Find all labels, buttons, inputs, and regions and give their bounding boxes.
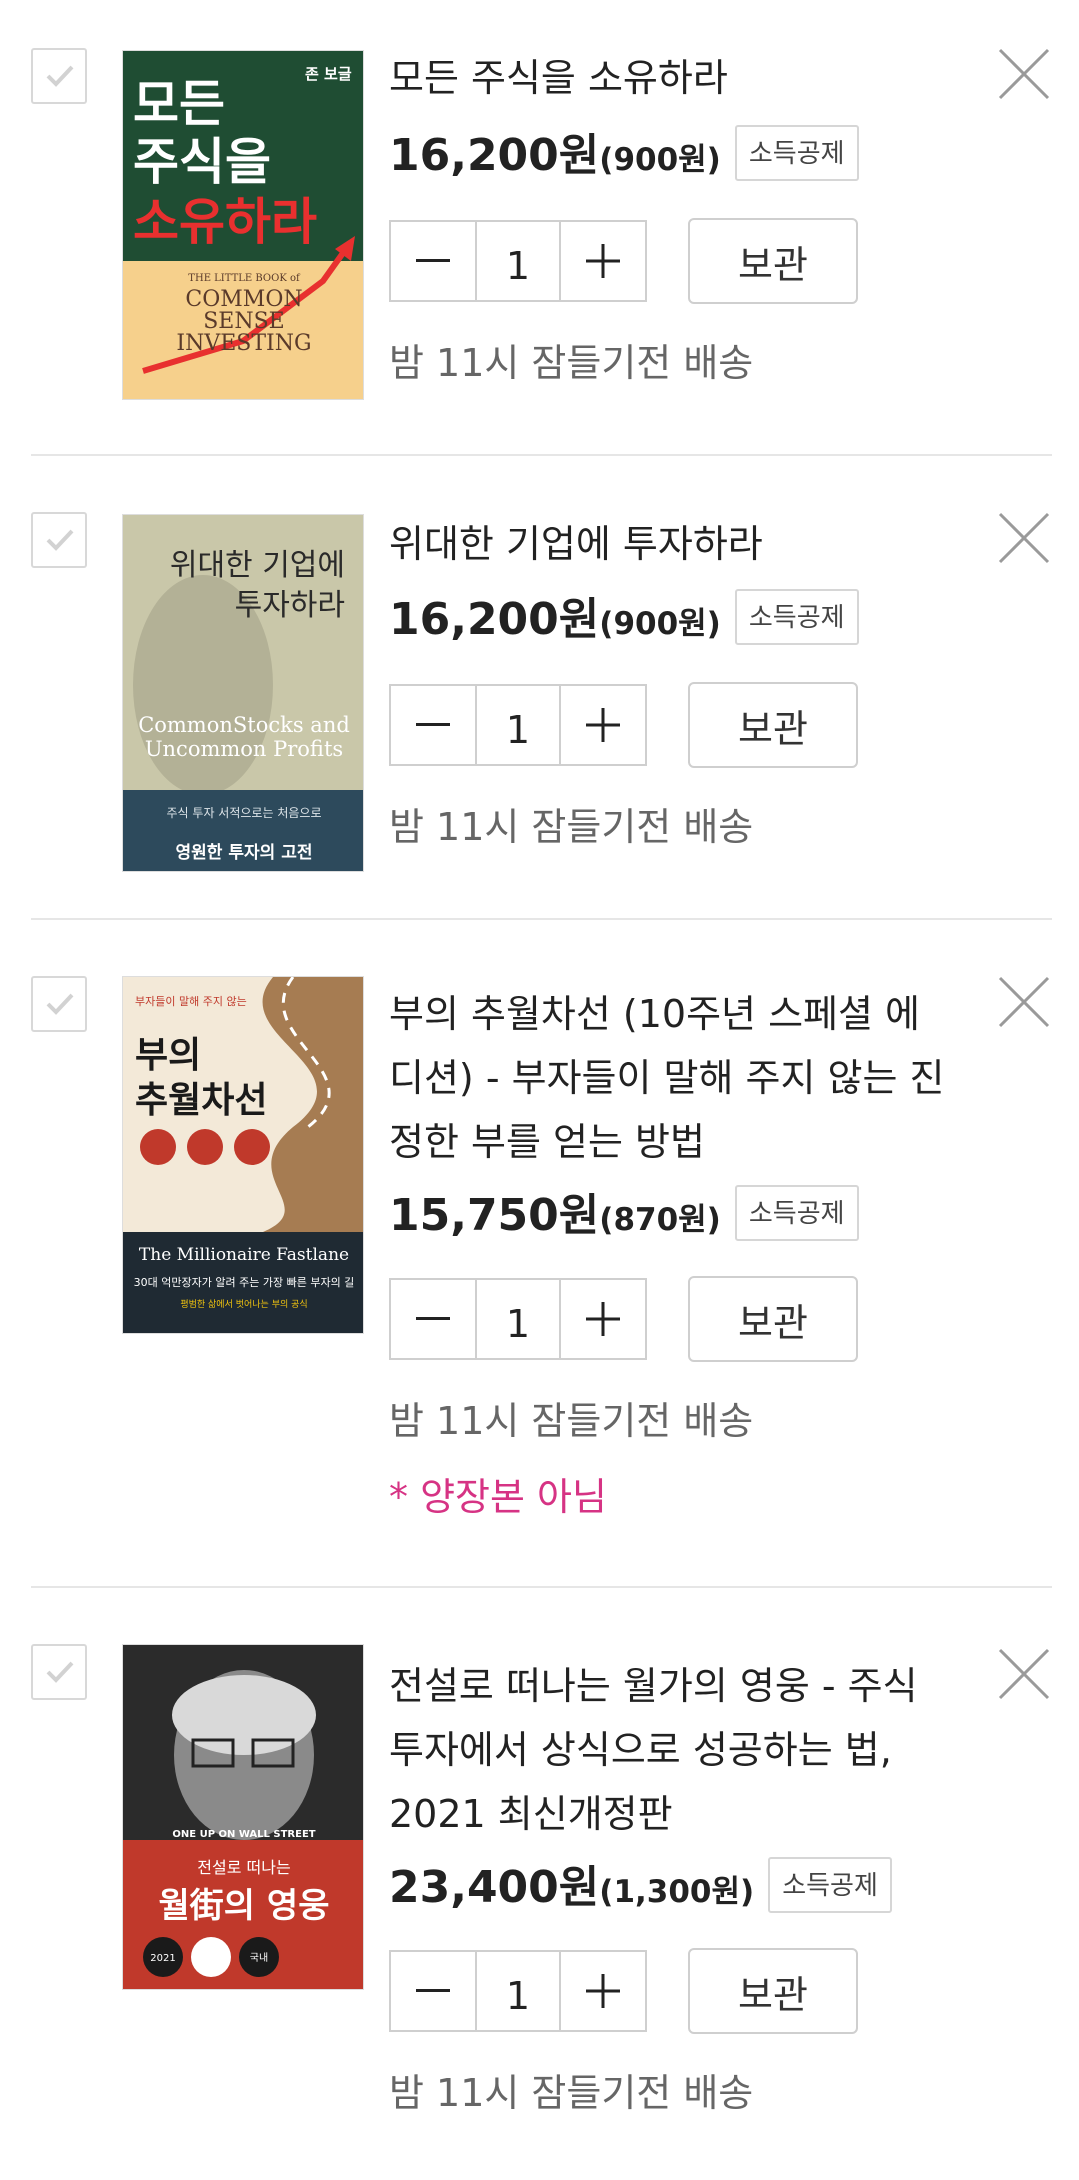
item-checkbox[interactable] <box>31 1644 87 1700</box>
item-title[interactable]: 부의 추월차선 (10주년 스페셜 에디션) - 부자들이 말해 주지 않는 진… <box>389 982 949 1174</box>
point-value: (900원) <box>599 142 721 178</box>
close-icon <box>998 48 1050 100</box>
remove-item-button[interactable] <box>998 1648 1050 1700</box>
svg-text:주식 투자 서적으로는 처음으로: 주식 투자 서적으로는 처음으로 <box>167 806 322 820</box>
tax-deduction-badge: 소득공제 <box>734 1185 859 1241</box>
quantity-stepper: 1 <box>389 1278 647 1360</box>
svg-text:모든: 모든 <box>133 75 225 133</box>
svg-text:존 보글: 존 보글 <box>305 65 352 83</box>
item-title[interactable]: 모든 주식을 소유하라 <box>389 46 949 110</box>
checkmark-icon <box>46 65 74 87</box>
item-price: 16,200원(900원) 소득공제 <box>389 589 859 654</box>
decrease-button[interactable] <box>391 222 475 300</box>
tax-deduction-badge: 소득공제 <box>734 589 859 645</box>
remove-item-button[interactable] <box>998 48 1050 100</box>
svg-text:월街의 영웅: 월街의 영웅 <box>159 1886 330 1926</box>
svg-text:소유하라: 소유하라 <box>133 193 317 251</box>
svg-text:INVESTING: INVESTING <box>176 331 311 356</box>
svg-text:투자하라: 투자하라 <box>235 588 345 623</box>
svg-text:국내: 국내 <box>250 1952 268 1964</box>
item-price: 15,750원(870원) 소득공제 <box>389 1185 859 1250</box>
close-icon <box>998 976 1050 1028</box>
svg-text:주식을: 주식을 <box>133 133 271 191</box>
delivery-info: 밤 11시 잠들기전 배송 <box>389 1399 754 1443</box>
plus-icon <box>586 708 620 742</box>
tax-deduction-badge: 소득공제 <box>734 125 859 181</box>
svg-text:30대 억만장자가 알려 주는 가장 빠른 부자의 길: 30대 억만장자가 알려 주는 가장 빠른 부자의 길 <box>134 1275 355 1289</box>
increase-button[interactable] <box>561 686 645 764</box>
decrease-button[interactable] <box>391 1280 475 1358</box>
delivery-info: 밤 11시 잠들기전 배송 <box>389 2071 754 2115</box>
quantity-value[interactable]: 1 <box>475 1280 561 1358</box>
svg-text:위대한 기업에: 위대한 기업에 <box>170 548 345 583</box>
svg-text:CommonStocks and: CommonStocks and <box>138 713 350 737</box>
decrease-button[interactable] <box>391 686 475 764</box>
plus-icon <box>586 1974 620 2008</box>
book-cover-image[interactable]: 모든 주식을 소유하라 존 보글 THE LITTLE BOOK of COMM… <box>122 50 364 400</box>
item-checkbox[interactable] <box>31 512 87 568</box>
tax-deduction-badge: 소득공제 <box>768 1857 892 1913</box>
svg-text:ONE UP ON WALL STREET: ONE UP ON WALL STREET <box>172 1829 315 1840</box>
minus-icon <box>416 723 450 726</box>
item-checkbox[interactable] <box>31 48 87 104</box>
price-value: 16,200원 <box>389 130 600 181</box>
svg-text:평범한 삶에서 벗어나는 부의 공식: 평범한 삶에서 벗어나는 부의 공식 <box>180 1299 307 1310</box>
checkmark-icon <box>46 1661 74 1683</box>
svg-text:부의: 부의 <box>135 1035 201 1076</box>
price-value: 15,750원 <box>389 1190 600 1241</box>
quantity-stepper: 1 <box>389 1950 647 2032</box>
delivery-info: 밤 11시 잠들기전 배송 <box>389 341 754 385</box>
remove-item-button[interactable] <box>998 512 1050 564</box>
decrease-button[interactable] <box>391 1952 475 2030</box>
item-divider <box>31 1586 1052 1588</box>
item-checkbox[interactable] <box>31 976 87 1032</box>
save-for-later-button[interactable]: 보관 <box>688 1276 858 1362</box>
increase-button[interactable] <box>561 1952 645 2030</box>
svg-text:부자들이 말해 주지 않는: 부자들이 말해 주지 않는 <box>135 994 247 1008</box>
close-icon <box>998 1648 1050 1700</box>
save-for-later-button[interactable]: 보관 <box>688 218 858 304</box>
minus-icon <box>416 1989 450 1992</box>
book-cover-image[interactable]: 부자들이 말해 주지 않는 부의 추월차선 The Millionaire Fa… <box>122 976 364 1334</box>
item-title[interactable]: 전설로 떠나는 월가의 영웅 - 주식투자에서 상식으로 성공하는 법, 202… <box>389 1654 949 1846</box>
remove-item-button[interactable] <box>998 976 1050 1028</box>
price-value: 23,400원 <box>389 1862 600 1913</box>
close-icon <box>998 512 1050 564</box>
increase-button[interactable] <box>561 1280 645 1358</box>
svg-text:추월차선: 추월차선 <box>135 1080 267 1121</box>
item-title[interactable]: 위대한 기업에 투자하라 <box>389 512 949 576</box>
save-for-later-button[interactable]: 보관 <box>688 682 858 768</box>
quantity-value[interactable]: 1 <box>475 1952 561 2030</box>
plus-icon <box>586 244 620 278</box>
item-divider <box>31 918 1052 920</box>
svg-text:Uncommon Profits: Uncommon Profits <box>145 737 343 761</box>
minus-icon <box>416 259 450 262</box>
book-cover-image[interactable]: ONE UP ON WALL STREET 전설로 떠나는 월街의 영웅 202… <box>122 1644 364 1990</box>
plus-icon <box>586 1302 620 1336</box>
svg-text:영원한 투자의 고전: 영원한 투자의 고전 <box>176 843 313 863</box>
quantity-stepper: 1 <box>389 220 647 302</box>
minus-icon <box>416 1317 450 1320</box>
price-value: 16,200원 <box>389 594 600 645</box>
item-price: 16,200원(900원) 소득공제 <box>389 125 859 190</box>
increase-button[interactable] <box>561 222 645 300</box>
point-value: (1,300원) <box>599 1874 755 1910</box>
point-value: (870원) <box>599 1202 721 1238</box>
point-value: (900원) <box>599 606 721 642</box>
binding-note: * 양장본 아님 <box>389 1475 607 1519</box>
item-divider <box>31 454 1052 456</box>
checkmark-icon <box>46 993 74 1015</box>
item-price: 23,400원(1,300원) 소득공제 <box>389 1857 892 1922</box>
quantity-value[interactable]: 1 <box>475 222 561 300</box>
checkmark-icon <box>46 529 74 551</box>
quantity-stepper: 1 <box>389 684 647 766</box>
delivery-info: 밤 11시 잠들기전 배송 <box>389 805 754 849</box>
quantity-value[interactable]: 1 <box>475 686 561 764</box>
book-cover-image[interactable]: 위대한 기업에 투자하라 CommonStocks and Uncommon P… <box>122 514 364 872</box>
svg-text:전설로 떠나는: 전설로 떠나는 <box>197 1858 290 1877</box>
svg-text:2021: 2021 <box>150 1953 175 1964</box>
svg-text:The Millionaire Fastlane: The Millionaire Fastlane <box>139 1245 349 1265</box>
svg-text:THE LITTLE BOOK of: THE LITTLE BOOK of <box>188 273 301 284</box>
save-for-later-button[interactable]: 보관 <box>688 1948 858 2034</box>
